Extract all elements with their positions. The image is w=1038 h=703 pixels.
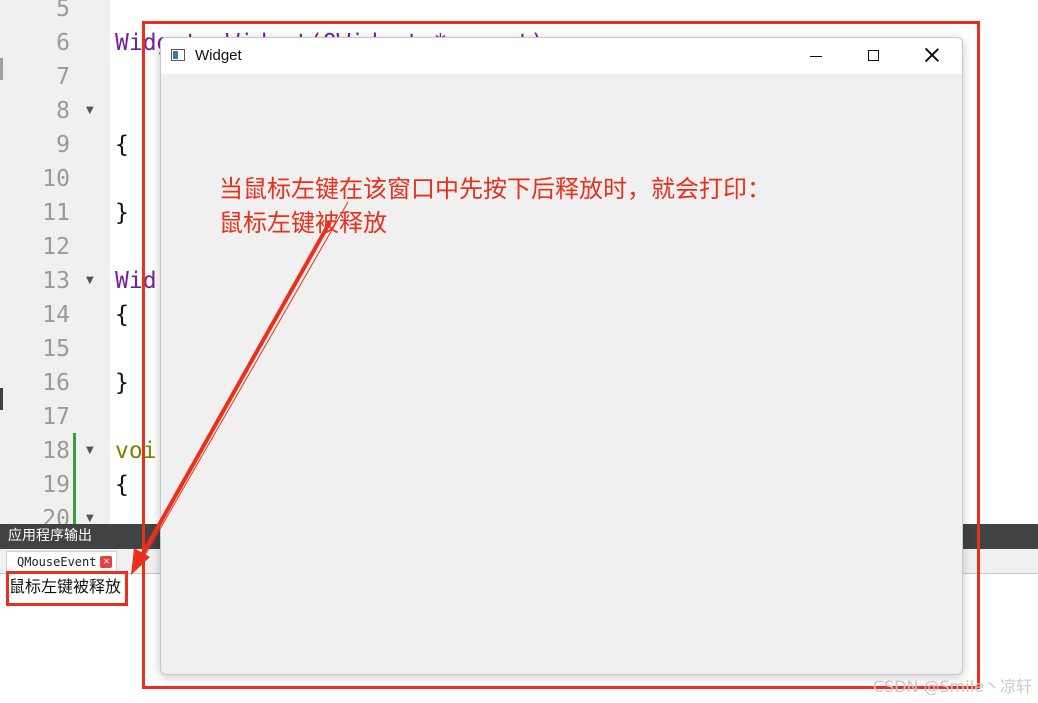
code-line[interactable]: } — [115, 366, 129, 400]
fold-toggle-icon[interactable]: ▼ — [86, 434, 94, 468]
line-number: 10 — [42, 166, 70, 192]
line-number: 7 — [56, 64, 70, 90]
change-indicator — [73, 433, 76, 524]
output-tab-label: QMouseEvent — [17, 555, 97, 569]
line-number: 17 — [42, 404, 70, 430]
code-line[interactable]: { — [115, 468, 129, 502]
line-number: 14 — [42, 302, 70, 328]
line-number: 19 — [42, 472, 70, 498]
scroll-marker — [0, 58, 3, 80]
line-number: 15 — [42, 336, 70, 362]
line-number: 11 — [42, 200, 70, 226]
output-highlight-box — [6, 571, 128, 606]
code-line[interactable]: } — [115, 196, 129, 230]
line-number: 6 — [56, 30, 70, 56]
code-line[interactable]: { — [115, 128, 129, 162]
line-number: 18 — [42, 438, 70, 464]
line-number: 16 — [42, 370, 70, 396]
line-number: 12 — [42, 234, 70, 260]
window-highlight-box — [142, 21, 980, 689]
output-pane-title: 应用程序输出 — [8, 528, 92, 544]
line-number: 13 — [42, 268, 70, 294]
watermark: CSDN @Smile丶凉轩 — [872, 677, 1032, 696]
fold-toggle-icon[interactable]: ▼ — [86, 94, 94, 128]
scroll-marker — [0, 388, 3, 410]
output-tab[interactable]: QMouseEvent ✕ — [6, 551, 118, 572]
close-icon[interactable]: ✕ — [100, 556, 113, 568]
line-number: 8 — [56, 98, 70, 124]
code-line[interactable]: { — [115, 298, 129, 332]
line-number: 5 — [56, 0, 70, 22]
line-number: 9 — [56, 132, 70, 158]
fold-toggle-icon[interactable]: ▼ — [86, 264, 94, 298]
